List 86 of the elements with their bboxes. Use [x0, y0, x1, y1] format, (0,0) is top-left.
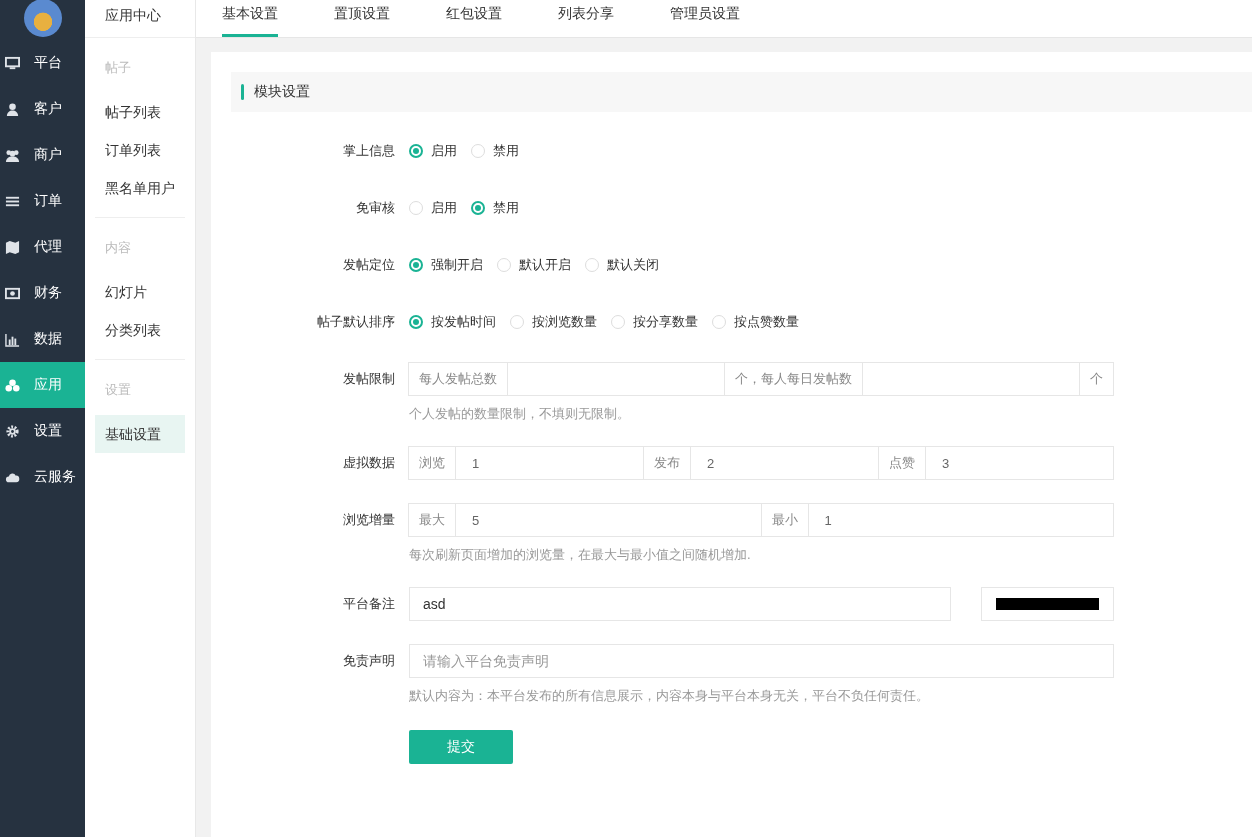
help-text: 个人发帖的数量限制，不填则无限制。	[409, 405, 631, 423]
subnav-item[interactable]: 帖子列表	[95, 93, 185, 131]
radio-option[interactable]: 默认关闭	[585, 256, 659, 274]
gear-icon	[5, 423, 20, 439]
map-icon	[5, 239, 20, 255]
nav-item[interactable]: 平台	[0, 40, 85, 86]
help-text: 默认内容为：本平台发布的所有信息展示，内容本身与平台本身无关，平台不负任何责任。	[409, 687, 930, 705]
radio-option[interactable]: 强制开启	[409, 256, 483, 274]
tab[interactable]: 红包设置	[446, 0, 502, 37]
input-addon: 最小	[760, 503, 809, 537]
users-icon	[5, 147, 20, 163]
nav-label: 财务	[34, 284, 62, 302]
help-text: 每次刷新页面增加的浏览量，在最大与最小值之间随机增加.	[409, 546, 752, 564]
input-field[interactable]: 1	[455, 446, 644, 480]
tab[interactable]: 置顶设置	[334, 0, 390, 37]
subnav-item[interactable]: 订单列表	[95, 131, 185, 169]
radio-option[interactable]: 启用	[409, 142, 457, 160]
subnav-item[interactable]: 幻灯片	[95, 273, 185, 311]
nav-label: 客户	[34, 100, 62, 118]
subnav-heading: 内容	[104, 239, 132, 257]
input-field[interactable]	[862, 362, 1080, 396]
nav-label: 数据	[34, 330, 62, 348]
nav-label: 设置	[34, 422, 62, 440]
nav-item[interactable]: 财务	[0, 270, 85, 316]
nav-label: 订单	[34, 192, 62, 210]
field-label: 发帖定位	[342, 256, 396, 274]
field-label: 掌上信息	[342, 142, 396, 160]
tab[interactable]: 列表分享	[558, 0, 614, 37]
nav-label: 代理	[34, 238, 62, 256]
radio-option[interactable]: 按浏览数量	[510, 313, 597, 331]
subnav-heading: 帖子	[104, 59, 132, 77]
radio-option[interactable]: 禁用	[471, 199, 519, 217]
section-title: 模块设置	[254, 83, 310, 101]
input-field[interactable]: 3	[925, 446, 1114, 480]
nav-label: 平台	[34, 54, 62, 72]
input-addon: 每人发帖总数	[408, 362, 508, 396]
input-addon: 浏览	[408, 446, 456, 480]
radio-option[interactable]: 按发帖时间	[409, 313, 496, 331]
nav-item[interactable]: 客户	[0, 86, 85, 132]
input-field[interactable]: 5	[455, 503, 762, 537]
field-label: 免审核	[355, 199, 396, 217]
radio-option[interactable]: 按点赞数量	[712, 313, 799, 331]
nav-item[interactable]: 代理	[0, 224, 85, 270]
field-label: 帖子默认排序	[316, 313, 396, 331]
color-picker[interactable]	[981, 587, 1114, 621]
radio-option[interactable]: 默认开启	[497, 256, 571, 274]
nav-label: 应用	[34, 376, 62, 394]
nav-label: 商户	[34, 146, 62, 164]
subnav-heading: 设置	[104, 381, 132, 399]
cubes-icon	[5, 377, 20, 393]
subnav-title: 应用中心	[85, 0, 195, 38]
input-addon: 个，每人每日发帖数	[724, 362, 863, 396]
money-icon	[5, 285, 20, 301]
accent-bar	[241, 84, 244, 100]
field-label: 虚拟数据	[342, 454, 396, 472]
input-field[interactable]: 1	[807, 503, 1114, 537]
radio-option[interactable]: 禁用	[471, 142, 519, 160]
input-addon: 个	[1079, 362, 1114, 396]
user-icon	[5, 101, 20, 117]
field-label: 免责声明	[342, 652, 396, 670]
nav-item[interactable]: 云服务	[0, 454, 85, 500]
chart-icon	[5, 331, 20, 347]
subnav-item[interactable]: 黑名单用户	[95, 169, 185, 207]
nav-label: 云服务	[34, 468, 76, 486]
nav-item[interactable]: 设置	[0, 408, 85, 454]
monitor-icon	[5, 55, 20, 71]
input-addon: 发布	[643, 446, 691, 480]
tab[interactable]: 管理员设置	[670, 0, 740, 37]
input-field[interactable]: asd	[409, 587, 951, 621]
input-addon: 最大	[408, 503, 456, 537]
nav-item[interactable]: 商户	[0, 132, 85, 178]
subnav-item[interactable]: 分类列表	[95, 311, 185, 349]
input-field[interactable]: 请输入平台免责声明	[409, 644, 1114, 678]
input-field[interactable]: 2	[690, 446, 879, 480]
input-field[interactable]	[507, 362, 725, 396]
field-label: 发帖限制	[342, 370, 396, 388]
nav-item[interactable]: 订单	[0, 178, 85, 224]
nav-item[interactable]: 数据	[0, 316, 85, 362]
tab[interactable]: 基本设置	[222, 0, 278, 37]
input-addon: 点赞	[878, 446, 926, 480]
field-label: 平台备注	[342, 595, 396, 613]
radio-option[interactable]: 按分享数量	[611, 313, 698, 331]
field-label: 浏览增量	[342, 511, 396, 529]
subnav-item[interactable]: 基础设置	[95, 415, 185, 453]
logo-image	[23, 0, 62, 37]
radio-option[interactable]: 启用	[409, 199, 457, 217]
